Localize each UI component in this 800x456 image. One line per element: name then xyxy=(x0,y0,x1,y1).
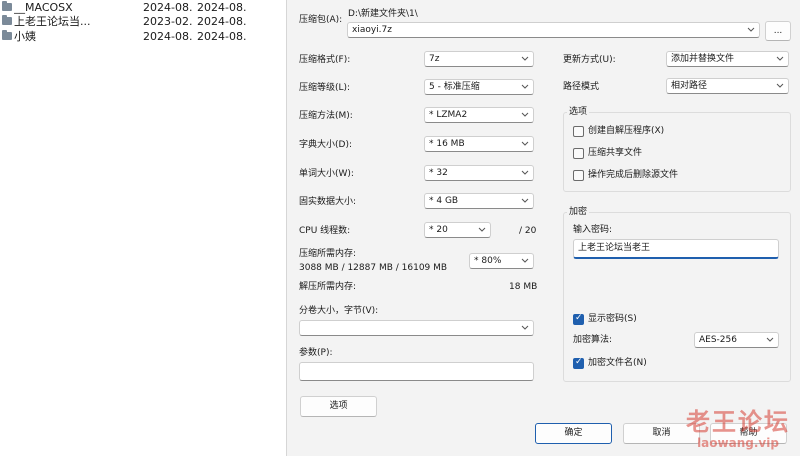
solid-size-value: * 4 GB xyxy=(429,196,459,206)
show-password-checkbox[interactable]: 显示密码(S) xyxy=(573,312,693,326)
cpu-threads-total: / 20 xyxy=(519,226,537,236)
compress-shared-label: 压缩共享文件 xyxy=(588,148,643,158)
dict-size-value: * 16 MB xyxy=(429,139,465,149)
browse-button[interactable]: ... xyxy=(765,21,791,41)
password-input[interactable]: 上老王论坛当老王 xyxy=(573,239,779,259)
path-mode-label: 路径模式 xyxy=(563,82,600,92)
chevron-down-icon xyxy=(521,258,529,263)
checkbox-box xyxy=(573,148,584,159)
solid-size-label: 固实数据大小: xyxy=(299,197,357,207)
password-label: 输入密码: xyxy=(573,225,613,235)
file-name: 上老王论坛当... xyxy=(14,15,91,28)
cpu-threads-label: CPU 线程数: xyxy=(299,226,351,236)
encryption-group-title: 加密 xyxy=(567,206,590,218)
archive-label: 压缩包(A): xyxy=(299,15,343,25)
chevron-down-icon xyxy=(478,227,486,232)
checkbox-box xyxy=(573,126,584,137)
cancel-button[interactable]: 取消 xyxy=(623,423,700,444)
help-button[interactable]: 帮助 xyxy=(710,423,787,444)
update-mode-value: 添加并替换文件 xyxy=(671,54,735,64)
word-size-label: 单词大小(W): xyxy=(299,169,354,179)
file-row[interactable]: 上老王论坛当... 2023-02... 2024-08... xyxy=(0,14,286,30)
chevron-down-icon xyxy=(776,56,784,61)
level-label: 压缩等级(L): xyxy=(299,83,351,93)
format-value: 7z xyxy=(429,54,440,64)
dict-size-label: 字典大小(D): xyxy=(299,140,352,150)
checkbox-checked xyxy=(573,313,584,325)
archive-name-value: xiaoyi.7z xyxy=(352,25,392,35)
folder-icon xyxy=(2,30,12,40)
options-group-title: 选项 xyxy=(567,106,590,118)
archive-name-combo[interactable]: xiaoyi.7z xyxy=(347,22,760,38)
method-value: * LZMA2 xyxy=(429,110,468,120)
memory-usage-combo[interactable]: * 80% xyxy=(469,253,534,269)
solid-size-combo[interactable]: * 4 GB xyxy=(424,193,534,209)
options-button[interactable]: 选项 xyxy=(300,396,377,417)
add-to-archive-dialog: 压缩包(A): D:\新建文件夹\1\ xiaoyi.7z ... 压缩格式(F… xyxy=(286,0,800,456)
decompress-memory-value: 18 MB xyxy=(509,282,538,292)
chevron-down-icon xyxy=(521,170,529,175)
method-combo[interactable]: * LZMA2 xyxy=(424,107,534,123)
dict-size-combo[interactable]: * 16 MB xyxy=(424,136,534,152)
decompress-memory-label: 解压所需内存: xyxy=(299,282,357,292)
level-combo[interactable]: 5 - 标准压缩 xyxy=(424,79,534,95)
encryption-method-label: 加密算法: xyxy=(573,335,613,345)
level-value: 5 - 标准压缩 xyxy=(429,82,480,92)
create-sfx-label: 创建自解压程序(X) xyxy=(588,126,665,136)
file-name: 小姨 xyxy=(14,30,36,43)
memory-usage-value: * 80% xyxy=(474,256,502,266)
archive-path: D:\新建文件夹\1\ xyxy=(348,9,418,19)
cpu-threads-value: * 20 xyxy=(429,225,448,235)
split-size-label: 分卷大小，字节(V): xyxy=(299,306,379,316)
checkbox-box xyxy=(573,170,584,181)
chevron-down-icon xyxy=(766,337,774,342)
path-mode-combo[interactable]: 相对路径 xyxy=(666,78,789,94)
password-value: 上老王论坛当老王 xyxy=(578,243,651,253)
encrypt-filenames-checkbox[interactable]: 加密文件名(N) xyxy=(573,356,693,370)
chevron-down-icon xyxy=(521,112,529,117)
ok-button[interactable]: 确定 xyxy=(535,423,612,444)
word-size-combo[interactable]: * 32 xyxy=(424,165,534,181)
chevron-down-icon xyxy=(521,84,529,89)
encryption-method-combo[interactable]: AES-256 xyxy=(694,332,779,348)
show-password-label: 显示密码(S) xyxy=(588,314,637,324)
format-combo[interactable]: 7z xyxy=(424,51,534,67)
file-date-modified: 2024-08... xyxy=(197,15,247,28)
parameters-label: 参数(P): xyxy=(299,348,333,358)
chevron-down-icon xyxy=(776,83,784,88)
checkbox-checked xyxy=(573,357,584,369)
method-label: 压缩方法(M): xyxy=(299,111,353,121)
file-date-modified: 2024-08... xyxy=(197,30,247,43)
chevron-down-icon xyxy=(521,325,529,330)
folder-icon xyxy=(2,1,12,11)
file-date-created: 2024-08... xyxy=(143,30,193,43)
parameters-input[interactable] xyxy=(299,362,534,381)
split-size-combo[interactable] xyxy=(299,320,534,336)
delete-after-checkbox[interactable]: 操作完成后删除源文件 xyxy=(573,168,773,182)
file-row[interactable]: 小姨 2024-08... 2024-08... xyxy=(0,29,286,45)
compress-shared-checkbox[interactable]: 压缩共享文件 xyxy=(573,146,773,160)
word-size-value: * 32 xyxy=(429,168,448,178)
format-label: 压缩格式(F): xyxy=(299,55,351,65)
folder-icon xyxy=(2,15,12,25)
delete-after-label: 操作完成后删除源文件 xyxy=(588,170,679,180)
compress-memory-detail: 3088 MB / 12887 MB / 16109 MB xyxy=(299,263,448,273)
create-sfx-checkbox[interactable]: 创建自解压程序(X) xyxy=(573,124,773,138)
path-mode-value: 相对路径 xyxy=(671,81,708,91)
file-date-created: 2023-02... xyxy=(143,15,193,28)
chevron-down-icon xyxy=(521,198,529,203)
compress-memory-label: 压缩所需内存: xyxy=(299,249,357,259)
encrypt-filenames-label: 加密文件名(N) xyxy=(588,358,647,368)
update-mode-label: 更新方式(U): xyxy=(563,55,616,65)
encryption-method-value: AES-256 xyxy=(699,335,737,345)
file-list: __MACOSX 2024-08... 2024-08... 上老王论坛当...… xyxy=(0,0,286,456)
chevron-down-icon xyxy=(747,27,755,32)
cpu-threads-combo[interactable]: * 20 xyxy=(424,222,491,238)
chevron-down-icon xyxy=(521,56,529,61)
update-mode-combo[interactable]: 添加并替换文件 xyxy=(666,51,789,67)
chevron-down-icon xyxy=(521,141,529,146)
